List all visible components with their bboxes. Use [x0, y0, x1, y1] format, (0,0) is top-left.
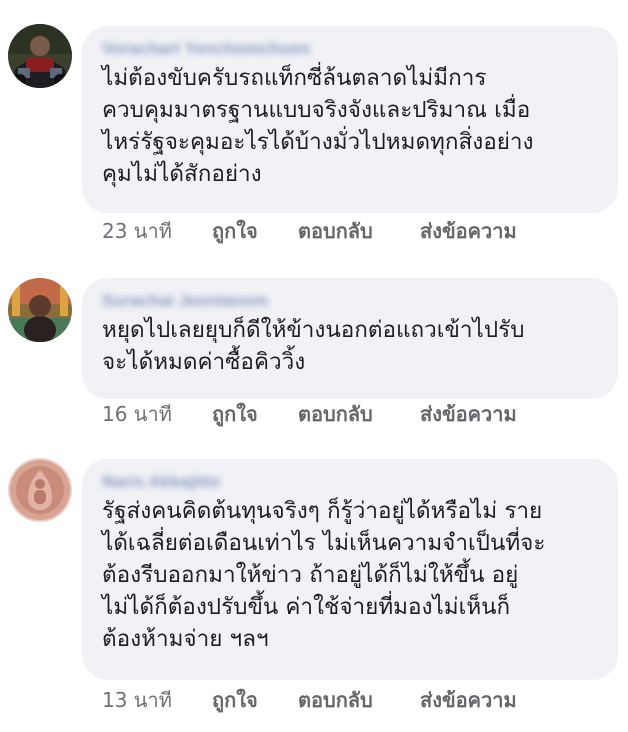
- comment-author[interactable]: Vorachart Yenchomchuen: [102, 38, 596, 60]
- comment-bubble: Surachai Jeentanom หยุดไปเลยยุบก็ดีให้ข้…: [82, 278, 618, 399]
- comment-author[interactable]: Naris Akkajitto: [102, 471, 596, 493]
- avatar[interactable]: [8, 24, 72, 88]
- message-button[interactable]: ส่งข้อความ: [420, 686, 517, 714]
- comment-timestamp[interactable]: 23 นาที: [102, 217, 172, 245]
- avatar-photo: [8, 458, 72, 522]
- comment-text: ไม่ต้องขับครับรถแท็กซี่ล้นตลาดไม่มีการ ค…: [102, 65, 534, 187]
- avatar-photo: [8, 278, 72, 342]
- comment-thread: Vorachart Yenchomchuen ไม่ต้องขับครับรถแ…: [0, 0, 628, 732]
- avatar[interactable]: [8, 278, 72, 342]
- avatar[interactable]: [8, 458, 72, 522]
- reply-button[interactable]: ตอบกลับ: [298, 686, 373, 714]
- reply-button[interactable]: ตอบกลับ: [298, 400, 373, 428]
- comment-timestamp[interactable]: 16 นาที: [102, 400, 172, 428]
- like-button[interactable]: ถูกใจ: [212, 686, 258, 714]
- like-button[interactable]: ถูกใจ: [212, 217, 258, 245]
- comment-text: หยุดไปเลยยุบก็ดีให้ข้างนอกต่อแถวเข้าไปรั…: [102, 317, 525, 375]
- comment-bubble: Naris Akkajitto รัฐส่งคนคิดต้นทุนจริงๆ ก…: [82, 459, 618, 680]
- reply-button[interactable]: ตอบกลับ: [298, 217, 373, 245]
- comment-bubble: Vorachart Yenchomchuen ไม่ต้องขับครับรถแ…: [82, 26, 618, 213]
- comment-text: รัฐส่งคนคิดต้นทุนจริงๆ ก็รู้ว่าอยู่ได้หร…: [102, 498, 546, 652]
- message-button[interactable]: ส่งข้อความ: [420, 217, 517, 245]
- message-button[interactable]: ส่งข้อความ: [420, 400, 517, 428]
- like-button[interactable]: ถูกใจ: [212, 400, 258, 428]
- comment-timestamp[interactable]: 13 นาที: [102, 686, 172, 714]
- comment-author[interactable]: Surachai Jeentanom: [102, 290, 596, 312]
- avatar-photo: [8, 24, 72, 88]
